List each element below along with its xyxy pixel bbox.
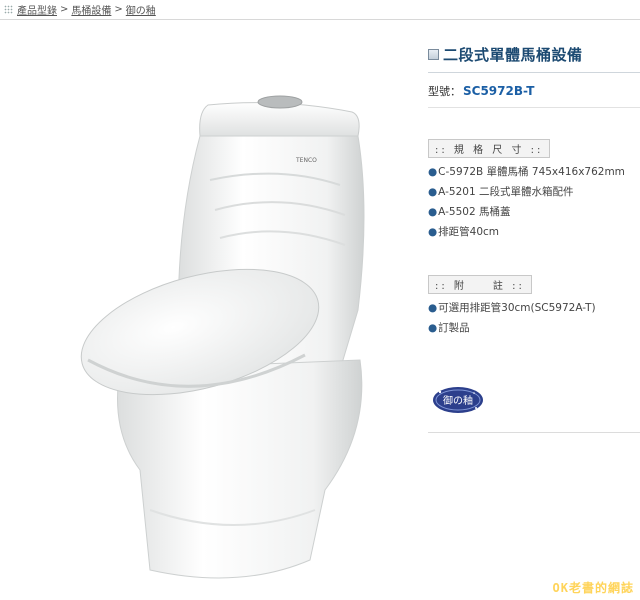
note-item: 可選用排距管30cm(SC5972A-T) xyxy=(438,302,596,314)
product-info-panel: 二段式單體馬桶設備 型號： SC5972B-T :: 規 格 尺 寸 :: ●C… xyxy=(428,40,640,433)
spec-item: C-5972B 單體馬桶 745x416x762mm xyxy=(438,166,625,178)
spec-list: ●C-5972B 單體馬桶 745x416x762mm ●A-5201 二段式單… xyxy=(428,162,625,242)
spec-item: A-5201 二段式單體水箱配件 xyxy=(438,186,574,198)
checkbox-icon xyxy=(428,48,439,60)
list-item: ●排距管40cm xyxy=(428,222,625,242)
product-title-row: 二段式單體馬桶設備 xyxy=(428,40,640,68)
breadcrumb-catalog-link[interactable]: 產品型錄 xyxy=(17,2,57,17)
breadcrumb: 產品型錄 > 馬桶設備 > 御の釉 xyxy=(0,0,156,18)
spec-item: A-5502 馬桶蓋 xyxy=(438,206,511,218)
list-item: ●A-5201 二段式單體水箱配件 xyxy=(428,182,625,202)
bullet-icon: ● xyxy=(428,206,438,218)
series-badge[interactable]: 御の釉 xyxy=(432,386,484,414)
spec-heading: :: 規 格 尺 寸 :: xyxy=(428,139,551,158)
bullet-icon: ● xyxy=(428,186,438,198)
bullet-icon: ● xyxy=(428,226,438,238)
note-list: ●可選用排距管30cm(SC5972A-T) ●訂製品 xyxy=(428,298,596,338)
note-heading: :: 附 註 :: xyxy=(428,275,532,294)
breadcrumb-separator: > xyxy=(60,3,69,15)
model-row: 型號： SC5972B-T xyxy=(428,83,640,99)
breadcrumb-divider xyxy=(0,19,640,20)
bottom-divider xyxy=(428,432,640,433)
model-number: SC5972B-T xyxy=(463,84,535,98)
spec-item: 排距管40cm xyxy=(438,226,500,238)
spec-heading-label: 規 格 尺 寸 xyxy=(453,145,525,156)
product-photo: TENCO xyxy=(80,95,365,579)
bullet-icon: ● xyxy=(428,322,438,334)
product-title: 二段式單體馬桶設備 xyxy=(443,45,583,64)
series-badge-label: 御の釉 xyxy=(443,394,473,407)
bullet-icon: ● xyxy=(428,302,438,314)
model-label: 型號： xyxy=(428,85,461,98)
breadcrumb-toilet-link[interactable]: 馬桶設備 xyxy=(71,2,111,17)
tank-brand-text: TENCO xyxy=(295,157,317,164)
list-item: ●訂製品 xyxy=(428,318,596,338)
note-section: :: 附 註 :: ●可選用排距管30cm(SC5972A-T) ●訂製品 xyxy=(428,274,596,338)
model-divider xyxy=(428,107,640,108)
list-item: ●可選用排距管30cm(SC5972A-T) xyxy=(428,298,596,318)
breadcrumb-series-link[interactable]: 御の釉 xyxy=(126,2,156,17)
bullet-icon: ● xyxy=(428,166,438,178)
list-item: ●A-5502 馬桶蓋 xyxy=(428,202,625,222)
breadcrumb-separator: > xyxy=(114,3,123,15)
grid-icon xyxy=(4,4,13,14)
list-item: ●C-5972B 單體馬桶 745x416x762mm xyxy=(428,162,625,182)
note-item: 訂製品 xyxy=(438,322,470,334)
spec-section: :: 規 格 尺 寸 :: ●C-5972B 單體馬桶 745x416x762m… xyxy=(428,138,625,242)
title-divider xyxy=(428,72,640,73)
blog-watermark: OK老書的網誌 xyxy=(552,581,634,595)
note-heading-label: 附 註 xyxy=(453,281,506,292)
